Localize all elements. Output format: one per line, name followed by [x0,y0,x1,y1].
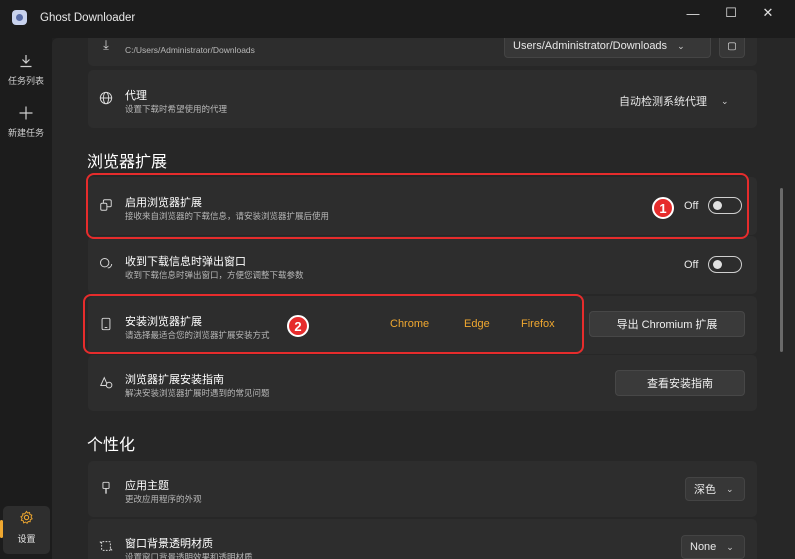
sidebar-item-new-task[interactable]: 新建任务 [0,104,52,150]
chevron-down-icon: ⌄ [726,541,734,552]
chevron-down-icon: ⌄ [721,95,729,106]
install-guide-card: 浏览器扩展安装指南 解决安装浏览器扩展时遇到的常见问题 查看安装指南 [88,355,757,411]
chat-bubble-icon [98,257,114,274]
annotation-badge-1: 1 [652,197,674,219]
install-guide-title: 浏览器扩展安装指南 [125,374,224,386]
sidebar-item-label: 设置 [17,534,36,544]
chevron-down-icon: ⌄ [677,40,685,51]
title-bar: Ghost Downloader — ☐ ✕ [0,0,795,38]
toggle-switch[interactable] [708,256,743,273]
window-material-select[interactable]: None ⌄ [681,535,745,559]
install-guide-desc: 解决安装浏览器扩展时遇到的常见问题 [125,388,270,398]
window-material-card: 窗口背景透明材质 设置窗口背景透明效果和透明材质 None ⌄ [88,519,757,559]
folder-icon: ▢ [727,40,737,52]
sidebar-item-settings[interactable]: 设置 [3,506,50,554]
annotation-badge-2: 2 [287,315,309,337]
popup-window-card: 收到下载信息时弹出窗口 收到下载信息时弹出窗口，方便您调整下载参数 Off [88,236,757,294]
download-path-value: Users/Administrator/Downloads [513,40,668,52]
app-theme-select[interactable]: 深色 ⌄ [685,477,745,501]
sidebar: 任务列表 新建任务 设置 [0,38,52,559]
highlight-box-1 [86,173,749,239]
download-icon [0,52,52,74]
section-title-browser-ext: 浏览器扩展 [87,154,168,171]
window-material-title: 窗口背景透明材质 [125,538,213,550]
app-theme-card: 应用主题 更改应用程序的外观 深色 ⌄ [88,461,757,517]
popup-window-title: 收到下载信息时弹出窗口 [125,256,246,268]
help-icon [98,375,114,392]
sidebar-item-label: 任务列表 [7,76,44,86]
sparkle-icon [98,539,114,556]
gear-icon [3,510,50,532]
download-folder-icon: ⤓ [103,38,109,52]
proxy-select[interactable]: 自动检测系统代理 ⌄ [619,93,729,109]
choose-folder-button[interactable]: ▢ [719,38,745,58]
highlight-box-2 [83,294,584,354]
window-material-desc: 设置窗口背景透明效果和透明材质 [125,552,253,559]
popup-window-desc: 收到下载信息时弹出窗口，方便您调整下载参数 [125,270,304,280]
maximize-button[interactable]: ☐ [721,5,741,21]
proxy-title: 代理 [125,90,147,102]
popup-window-toggle[interactable]: Off [684,256,743,273]
sidebar-item-label: 新建任务 [7,128,44,138]
proxy-value: 自动检测系统代理 [619,96,707,108]
proxy-desc: 设置下载时希望使用的代理 [125,104,228,114]
download-path-desc: C:/Users/Administrator/Downloads [125,45,255,55]
sidebar-item-task-list[interactable]: 任务列表 [0,52,52,98]
app-title: Ghost Downloader [40,12,136,24]
globe-icon [98,91,114,108]
scrollbar-thumb[interactable] [780,188,783,352]
close-button[interactable]: ✕ [758,5,778,21]
brush-icon [98,481,114,498]
minimize-button[interactable]: — [683,5,703,21]
app-theme-title: 应用主题 [125,480,169,492]
app-theme-desc: 更改应用程序的外观 [125,494,202,504]
section-title-personalization: 个性化 [87,437,136,454]
app-logo-icon [12,10,27,25]
export-chromium-ext-button[interactable]: 导出 Chromium 扩展 [589,311,745,337]
download-path-card: ⤓ C:/Users/Administrator/Downloads Users… [88,38,757,66]
chevron-down-icon: ⌄ [726,483,734,494]
plus-icon [0,104,52,126]
window-material-value: None [690,541,717,553]
proxy-card: 代理 设置下载时希望使用的代理 自动检测系统代理 ⌄ [88,70,757,128]
toggle-state-label: Off [684,258,699,271]
view-install-guide-button[interactable]: 查看安装指南 [615,370,745,396]
download-path-display[interactable]: Users/Administrator/Downloads ⌄ [504,38,711,58]
app-theme-value: 深色 [694,484,716,496]
